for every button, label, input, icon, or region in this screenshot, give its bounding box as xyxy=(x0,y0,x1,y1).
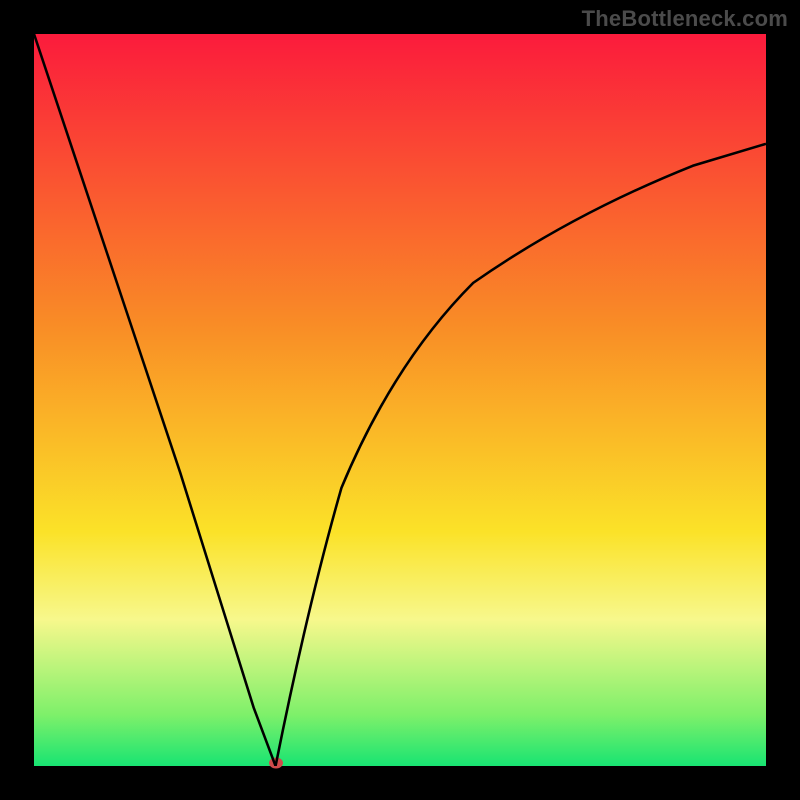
bottleneck-curve xyxy=(34,34,766,766)
curve-right-branch xyxy=(276,144,766,766)
curve-left-branch xyxy=(34,34,276,766)
watermark-text: TheBottleneck.com xyxy=(582,6,788,32)
chart-frame: TheBottleneck.com xyxy=(0,0,800,800)
